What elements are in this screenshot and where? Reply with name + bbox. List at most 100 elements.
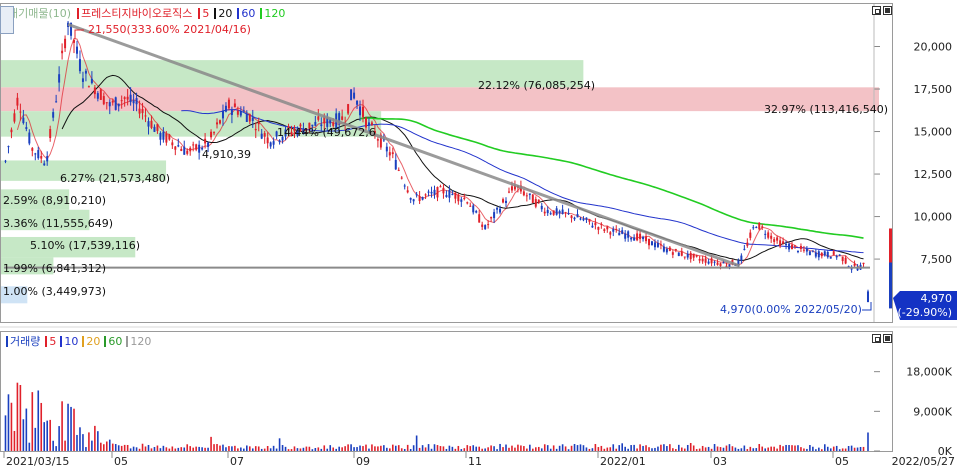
price-panel-close-button[interactable] bbox=[883, 6, 892, 15]
candle-body bbox=[114, 97, 117, 110]
volume-bar bbox=[344, 446, 346, 451]
volume-bar bbox=[520, 445, 522, 451]
candle-body bbox=[141, 109, 144, 114]
candle-body bbox=[505, 200, 508, 203]
candle-body bbox=[466, 202, 469, 204]
candle-body bbox=[588, 219, 591, 222]
volume-bar bbox=[767, 447, 769, 451]
volume-bar bbox=[144, 446, 147, 451]
candle-body bbox=[165, 133, 168, 143]
volume-bar bbox=[389, 448, 391, 451]
candle-body bbox=[460, 199, 463, 202]
volume-bar bbox=[228, 446, 230, 451]
date-tick-label: 05 bbox=[114, 455, 128, 467]
candle-body bbox=[207, 142, 210, 147]
candle-body bbox=[671, 252, 674, 255]
candle-body bbox=[317, 116, 320, 120]
volume-bar bbox=[716, 446, 719, 451]
candle-body bbox=[633, 237, 636, 241]
candle-body bbox=[73, 40, 76, 43]
volume-panel-maximize-button[interactable] bbox=[872, 334, 881, 343]
volume-bar bbox=[266, 446, 269, 451]
volume-bar bbox=[558, 445, 561, 451]
candle-body bbox=[221, 110, 224, 119]
volume-bar bbox=[174, 448, 177, 451]
candle-body bbox=[192, 144, 195, 146]
candle-body bbox=[576, 214, 579, 218]
candle-body bbox=[621, 230, 624, 234]
volume-bar bbox=[219, 445, 221, 451]
volume-bar bbox=[573, 444, 576, 451]
candle-body bbox=[22, 117, 25, 124]
candle-body bbox=[829, 256, 832, 259]
volume-legend-marker bbox=[6, 335, 8, 347]
candle-body bbox=[356, 100, 359, 105]
volume-bar bbox=[326, 448, 329, 451]
volume-bar bbox=[782, 446, 784, 451]
volume-bar bbox=[770, 446, 772, 451]
candle-body bbox=[746, 242, 749, 246]
candle-body bbox=[767, 232, 770, 238]
volume-bar bbox=[308, 446, 311, 451]
candle-body bbox=[430, 191, 433, 194]
volume-bar bbox=[114, 444, 117, 451]
volume-bar bbox=[356, 447, 358, 451]
candle-body bbox=[195, 144, 198, 150]
legend-ma60: 60 bbox=[241, 6, 256, 20]
candle-body bbox=[624, 233, 627, 239]
volume-bar bbox=[850, 445, 853, 451]
volume-bar bbox=[19, 384, 22, 451]
volume-bar bbox=[76, 434, 78, 451]
candle-body bbox=[52, 112, 55, 118]
volume-bar bbox=[177, 447, 180, 451]
volume-bar bbox=[746, 449, 749, 451]
candle-body bbox=[186, 150, 189, 154]
candle-body bbox=[135, 98, 138, 105]
price-tick-label: 20,000 bbox=[914, 41, 953, 54]
candle-body bbox=[585, 217, 588, 220]
volume-bar bbox=[430, 448, 433, 451]
volume-bar bbox=[135, 447, 138, 451]
candle-body bbox=[210, 131, 213, 138]
band-label-1: 22.12% (76,085,254) bbox=[478, 79, 595, 92]
volume-panel-close-button[interactable] bbox=[883, 334, 892, 343]
volume-bar bbox=[523, 446, 525, 451]
candle-body bbox=[218, 120, 221, 124]
volume-bar bbox=[94, 425, 96, 451]
candle-body bbox=[695, 255, 698, 257]
volume-bar bbox=[46, 420, 48, 451]
candle-body bbox=[713, 261, 716, 263]
volume-bar bbox=[216, 444, 218, 451]
volume-bar bbox=[138, 448, 141, 451]
volume-bar bbox=[496, 449, 498, 451]
volume-bar bbox=[701, 445, 704, 451]
candle-body bbox=[457, 194, 460, 202]
candle-body bbox=[233, 103, 236, 108]
candle-body bbox=[96, 93, 99, 99]
candle-body bbox=[788, 243, 791, 250]
candle-body bbox=[606, 226, 609, 230]
volume-bar bbox=[278, 438, 281, 451]
legend-stock-name: 프레스티지바이오로직스 bbox=[81, 7, 193, 20]
candle-body bbox=[4, 160, 7, 162]
chart-settings-icon[interactable] bbox=[0, 6, 14, 34]
candle-body bbox=[835, 255, 838, 258]
band-label-6: 3.36% (11,555,649) bbox=[3, 217, 113, 230]
volume-bar bbox=[415, 435, 418, 451]
candle-body bbox=[46, 156, 49, 162]
volume-bar bbox=[686, 444, 689, 451]
candle-body bbox=[7, 146, 10, 148]
candle-body bbox=[484, 225, 487, 230]
volume-bar bbox=[651, 448, 653, 451]
volume-bar bbox=[126, 444, 129, 451]
price-panel-maximize-button[interactable] bbox=[872, 6, 881, 15]
volume-bar bbox=[132, 446, 135, 451]
volume-bar bbox=[368, 448, 370, 451]
vol-ma5-mark bbox=[45, 335, 48, 347]
volume-bar bbox=[108, 439, 111, 451]
volume-bar bbox=[832, 446, 835, 451]
candle-body bbox=[570, 215, 573, 219]
volume-bar bbox=[806, 448, 808, 451]
band-label-5: 2.59% (8,910,210) bbox=[3, 194, 106, 207]
volume-bar bbox=[621, 443, 624, 451]
